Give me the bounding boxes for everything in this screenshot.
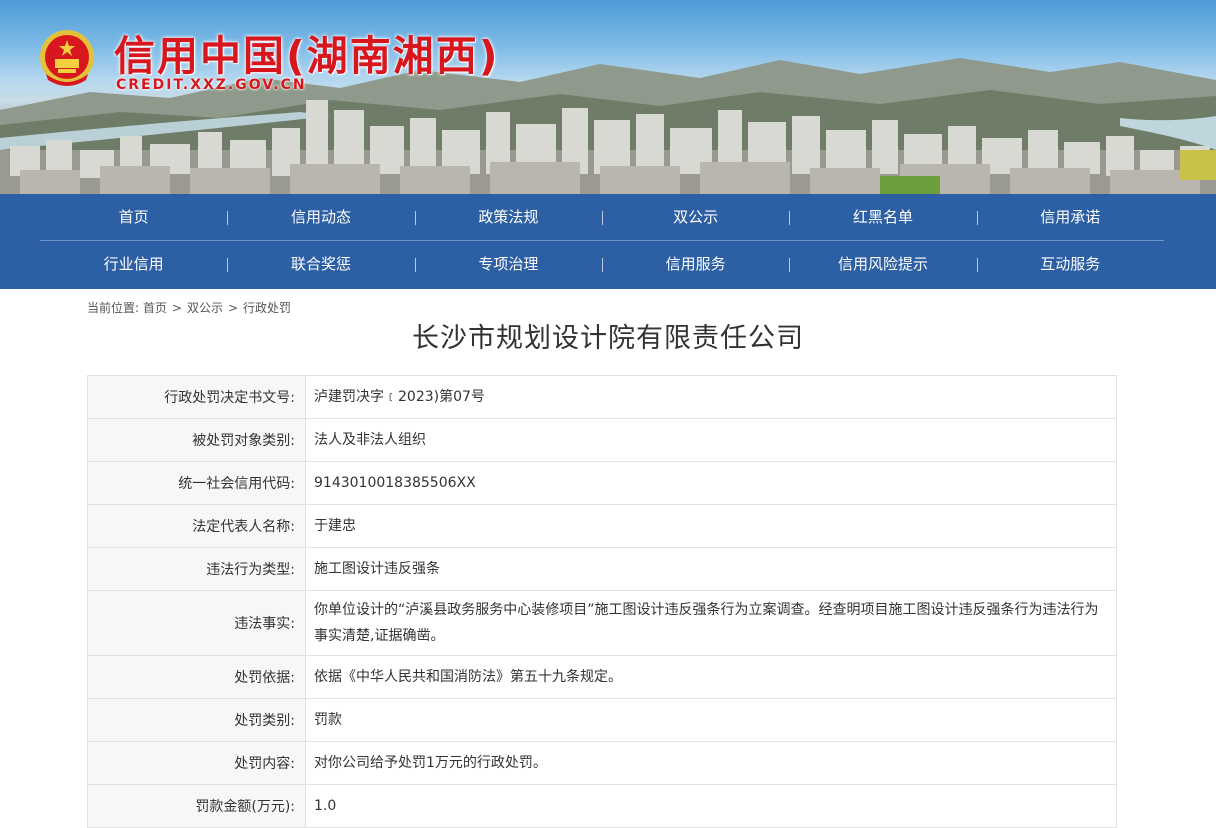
nav-item-credit-commitment[interactable]: 信用承诺	[976, 194, 1164, 240]
table-row: 行政处罚决定书文号: 泸建罚决字﹝2023)第07号	[87, 375, 1117, 419]
field-label: 违法事实:	[87, 590, 306, 656]
field-label: 统一社会信用代码:	[87, 461, 306, 505]
breadcrumb-prefix: 当前位置:	[87, 301, 140, 315]
field-label: 被处罚对象类别:	[87, 418, 306, 462]
field-label: 罚款金额(万元):	[87, 784, 306, 828]
penalty-record-table: 行政处罚决定书文号: 泸建罚决字﹝2023)第07号 被处罚对象类别: 法人及非…	[87, 375, 1117, 828]
table-row: 处罚依据: 依据《中华人民共和国消防法》第五十九条规定。	[87, 655, 1117, 699]
main-nav: 首页 信用动态 政策法规 双公示 红黑名单 信用承诺 行业信用 联合奖惩 专项治…	[0, 194, 1216, 289]
nav-item-joint-rewards[interactable]: 联合奖惩	[227, 241, 414, 288]
table-row: 统一社会信用代码: 9143010018385506XX	[87, 461, 1117, 505]
breadcrumb-home[interactable]: 首页	[143, 301, 167, 315]
breadcrumb: 当前位置: 首页 > 双公示 > 行政处罚	[87, 299, 291, 316]
nav-item-risk-alerts[interactable]: 信用风险提示	[789, 241, 976, 288]
field-value: 对你公司给予处罚1万元的行政处罚。	[305, 741, 1117, 785]
nav-item-policies[interactable]: 政策法规	[414, 194, 602, 240]
field-label: 法定代表人名称:	[87, 504, 306, 548]
field-label: 行政处罚决定书文号:	[87, 375, 306, 419]
nav-item-double-publicity[interactable]: 双公示	[601, 194, 789, 240]
field-value: 法人及非法人组织	[305, 418, 1117, 462]
field-value: 于建忠	[305, 504, 1117, 548]
header-banner: 信用中国(湖南湘西) CREDIT.XXZ.GOV.CN	[0, 0, 1216, 194]
nav-row-2: 行业信用 联合奖惩 专项治理 信用服务 信用风险提示 互动服务	[40, 241, 1164, 288]
table-row: 违法行为类型: 施工图设计违反强条	[87, 547, 1117, 591]
field-value: 依据《中华人民共和国消防法》第五十九条规定。	[305, 655, 1117, 699]
table-row: 法定代表人名称: 于建忠	[87, 504, 1117, 548]
breadcrumb-double-publicity[interactable]: 双公示	[187, 301, 223, 315]
nav-item-credit-news[interactable]: 信用动态	[227, 194, 414, 240]
table-row: 处罚内容: 对你公司给予处罚1万元的行政处罚。	[87, 741, 1117, 785]
page-title: 长沙市规划设计院有限责任公司	[412, 323, 804, 354]
site-name: 信用中国(湖南湘西)	[114, 32, 500, 80]
breadcrumb-admin-penalty[interactable]: 行政处罚	[243, 301, 291, 315]
field-label: 处罚类别:	[87, 698, 306, 742]
breadcrumb-separator: >	[227, 301, 239, 315]
field-label: 违法行为类型:	[87, 547, 306, 591]
nav-row-1: 首页 信用动态 政策法规 双公示 红黑名单 信用承诺	[40, 194, 1164, 241]
table-row: 被处罚对象类别: 法人及非法人组织	[87, 418, 1117, 462]
field-value: 泸建罚决字﹝2023)第07号	[305, 375, 1117, 419]
field-value: 1.0	[305, 784, 1117, 828]
table-row: 违法事实: 你单位设计的“泸溪县政务服务中心装修项目”施工图设计违反强条行为立案…	[87, 590, 1117, 656]
nav-item-red-black-list[interactable]: 红黑名单	[789, 194, 976, 240]
national-emblem-icon	[40, 30, 94, 86]
field-label: 处罚内容:	[87, 741, 306, 785]
nav-item-credit-services[interactable]: 信用服务	[601, 241, 789, 288]
field-value: 你单位设计的“泸溪县政务服务中心装修项目”施工图设计违反强条行为立案调查。经查明…	[305, 590, 1117, 656]
nav-item-interactive-services[interactable]: 互动服务	[976, 241, 1164, 288]
nav-item-industry-credit[interactable]: 行业信用	[40, 241, 227, 288]
site-domain: CREDIT.XXZ.GOV.CN	[116, 77, 307, 93]
table-row: 罚款金额(万元): 1.0	[87, 784, 1117, 828]
field-label: 处罚依据:	[87, 655, 306, 699]
field-value: 施工图设计违反强条	[305, 547, 1117, 591]
field-value: 9143010018385506XX	[305, 461, 1117, 505]
breadcrumb-separator: >	[171, 301, 182, 315]
nav-item-special-governance[interactable]: 专项治理	[414, 241, 602, 288]
field-value: 罚款	[305, 698, 1117, 742]
nav-item-home[interactable]: 首页	[40, 194, 227, 240]
table-row: 处罚类别: 罚款	[87, 698, 1117, 742]
